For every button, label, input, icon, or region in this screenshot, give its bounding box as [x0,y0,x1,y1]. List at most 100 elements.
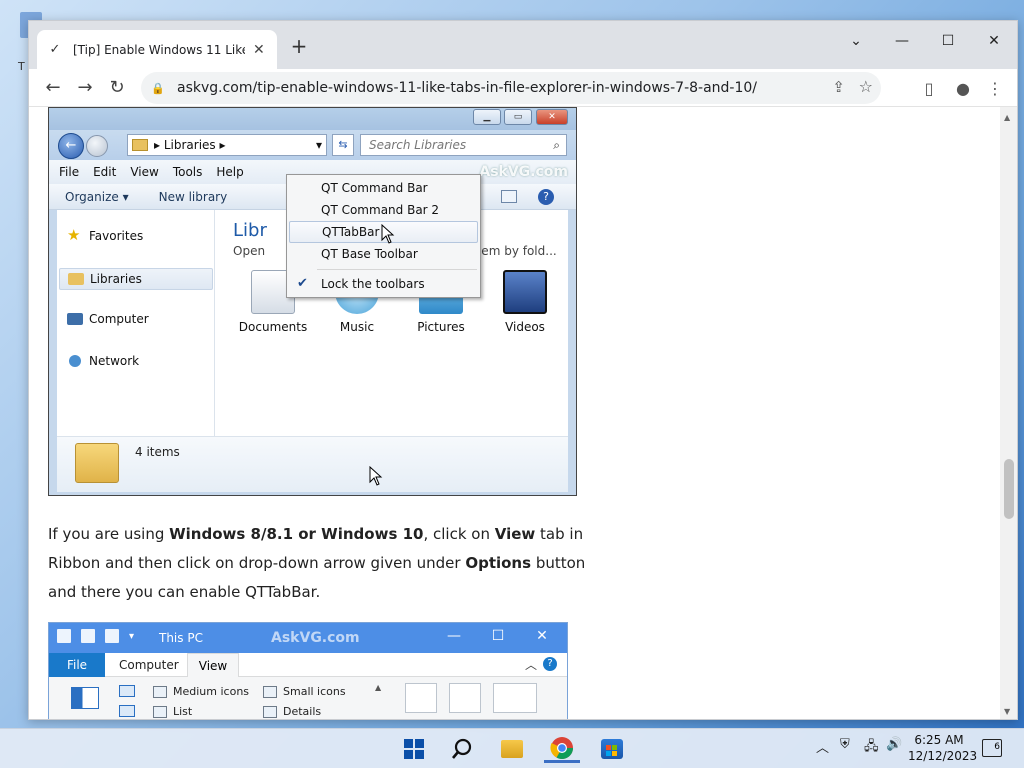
view-label: Details [283,705,322,718]
win10-close-icon: ✕ [536,628,548,644]
store-taskbar-button[interactable] [594,735,630,763]
tab-search-chevron-icon[interactable]: ⌄ [833,27,879,55]
ctx-qt-command-bar: QT Command Bar [321,181,428,195]
network-tray-icon[interactable]: 🖧 [864,737,879,759]
back-button[interactable]: ← [37,72,69,104]
ctx-lock-toolbars: ✔ Lock the toolbars [289,273,478,295]
network-icon [69,355,81,367]
win10-minimize-icon: — [447,628,461,644]
store-icon [601,739,623,759]
sort-by-icon [405,683,437,713]
ribbon-tab-file: File [49,653,105,677]
win10-ribbon-tabs: File Computer View ︿ ? [49,653,567,678]
menu-tools: Tools [172,165,203,179]
scrollbar-thumb[interactable] [1004,459,1014,519]
side-panel-icon[interactable]: ▯ [913,72,945,104]
taskbar-clock[interactable]: 6:25 AM 12/12/2023 [908,732,978,764]
ctx-separator [317,269,477,270]
new-tab-button[interactable]: + [287,34,311,58]
start-button[interactable] [396,735,432,763]
ctx-qt-command-bar-2: QT Command Bar 2 [321,203,440,217]
tray-overflow-chevron-icon[interactable]: ︿ [816,737,829,756]
reload-button[interactable]: ↻ [101,72,133,104]
small-icons-icon [263,685,277,698]
view-label: Medium icons [173,685,250,698]
mouse-cursor-icon [381,224,395,244]
libraries-heading: Libr [233,220,267,241]
libraries-folder-text: them by fold... [469,244,557,258]
address-bar[interactable]: 🔒 askvg.com/tip-enable-windows-11-like-t… [141,72,881,104]
explorer-search-box: Search Libraries ⌕ [360,134,567,156]
forward-button[interactable]: → [69,72,101,104]
win10-watermark: AskVG.com [271,630,360,646]
ribbon-tab-computer: Computer [119,658,179,672]
view-small-icons: Small icons [263,685,346,698]
win10-title: This PC [159,631,203,645]
explorer-titlebar: ▁ ▭ ✕ [49,108,576,130]
clock-time: 6:25 AM [914,733,964,747]
view-label: Small icons [283,685,346,698]
sidebar-item-computer: Computer [67,312,149,326]
minimize-button[interactable]: — [879,27,925,55]
explorer-close-icon: ✕ [536,109,568,125]
share-icon[interactable]: ⇪ [832,78,845,96]
new-library-button: New library [158,189,228,204]
notification-center-icon[interactable]: 6 [982,739,1002,757]
libraries-icon [68,273,84,285]
library-label: Music [339,320,375,334]
library-videos: Videos [485,270,565,334]
win10-ribbon-body: Medium icons Small icons List Details ▲ [49,677,567,719]
win10-titlebar: ▾ This PC AskVG.com — ☐ ✕ [49,623,567,653]
close-window-button[interactable]: ✕ [971,27,1017,55]
sidebar-item-favorites: ★ Favorites [67,228,143,244]
explorer-back-icon: ← [58,133,84,159]
chrome-icon [550,736,573,759]
file-explorer-taskbar-button[interactable] [494,735,530,763]
para-text: , click on [423,525,495,543]
watermark: AskVG.com [479,164,568,180]
details-pane-icon [119,705,135,717]
library-label: Videos [505,320,545,334]
page-content: ▁ ▭ ✕ ← ▸ Libraries ▸ ▾ ⇆ Search Librari… [29,107,1001,719]
ribbon-tab-view: View [187,653,239,678]
explorer-maximize-icon: ▭ [504,109,532,125]
profile-avatar-icon[interactable]: ● [947,72,979,104]
chrome-taskbar-button[interactable] [544,735,580,763]
scroll-down-icon[interactable]: ▼ [1004,707,1010,716]
show-hide-icon [449,683,481,713]
navigation-pane-icon [71,687,99,709]
sidebar-item-network: Network [67,354,139,368]
maximize-button[interactable]: ☐ [925,27,971,55]
explorer-address-text: Libraries [163,138,216,152]
notification-count: 6 [994,742,1000,752]
clock-date: 12/12/2023 [908,749,978,763]
ribbon-help-icon: ? [543,657,557,671]
page-scrollbar[interactable]: ▲ ▼ [1000,107,1017,719]
sidebar-label: Computer [89,312,149,326]
preview-pane-icon [501,190,517,203]
security-icon[interactable]: ⛨ [840,737,850,752]
menu-edit: Edit [93,165,117,179]
libraries-folder-icon [132,139,148,151]
menu-kebab-icon[interactable]: ⋮ [979,72,1011,104]
organize-button: Organize ▾ [65,189,129,204]
search-button[interactable] [444,735,480,763]
options-icon [493,683,537,713]
tab-title: [Tip] Enable Windows 11 Like Ta [73,42,245,57]
menu-file: File [59,165,80,179]
lock-icon[interactable]: 🔒 [151,82,165,95]
browser-tab-active[interactable]: ✓ [Tip] Enable Windows 11 Like Ta ✕ [37,30,277,69]
close-tab-icon[interactable]: ✕ [253,42,265,58]
desktop-icon-label: T [18,60,25,73]
url-text[interactable]: askvg.com/tip-enable-windows-11-like-tab… [177,80,757,96]
scroll-up-icon[interactable]: ▲ [1004,113,1010,122]
bookmark-star-icon[interactable]: ☆ [859,77,873,96]
preview-pane-icon-2 [119,685,135,697]
volume-icon[interactable]: 🔊 [886,737,902,752]
para-bold: View [494,525,536,543]
checkmark-icon: ✔ [297,276,308,291]
library-label: Documents [238,320,308,334]
view-label: List [173,705,193,718]
view-details: Details [263,705,321,718]
sidebar-label: Libraries [90,272,142,286]
